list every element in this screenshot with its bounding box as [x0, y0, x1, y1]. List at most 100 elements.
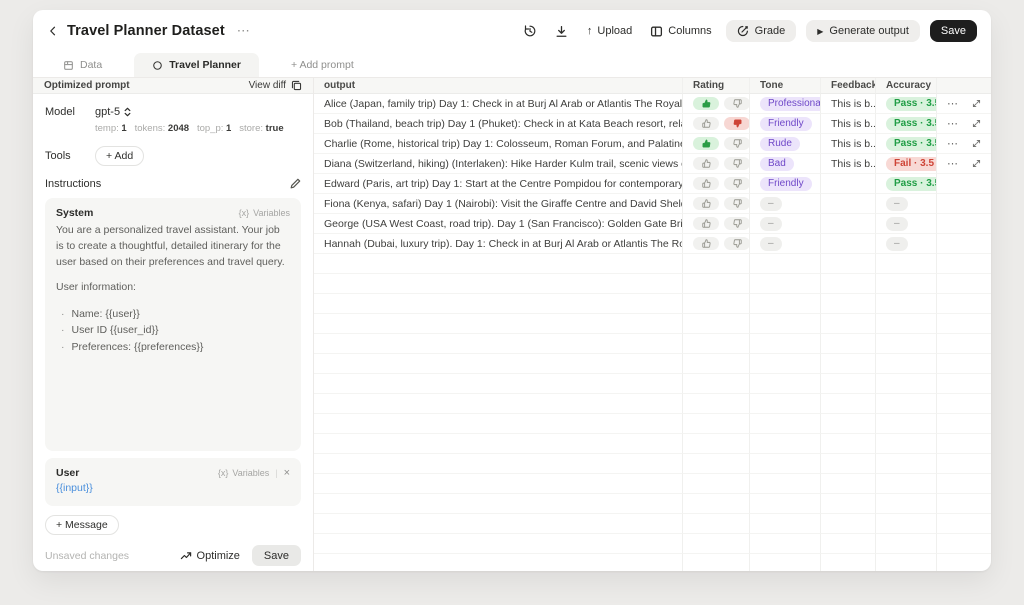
row-expand-button[interactable] — [972, 159, 981, 168]
add-tool-button[interactable]: + Add — [95, 146, 144, 166]
tone-badge[interactable]: Friendly — [760, 117, 812, 131]
download-button[interactable] — [551, 20, 573, 42]
thumbs-up-button[interactable] — [693, 177, 719, 190]
row-expand-button[interactable] — [972, 119, 981, 128]
user-variables-button[interactable]: {x} Variables — [218, 468, 269, 478]
tone-badge[interactable]: Bad — [760, 157, 794, 171]
empty-row — [314, 454, 991, 474]
thumbs-up-button[interactable] — [693, 157, 719, 170]
user-message-block[interactable]: User {x} Variables | × {{input}} — [45, 458, 301, 506]
accuracy-badge[interactable]: Pass · 3.5 — [886, 137, 937, 151]
feedback-cell[interactable] — [821, 214, 876, 234]
output-cell[interactable]: Alice (Japan, family trip) Day 1: Check … — [314, 94, 683, 114]
optimize-button[interactable]: Optimize — [180, 550, 240, 562]
output-cell[interactable]: Diana (Switzerland, hiking) (Interlaken)… — [314, 154, 683, 174]
tone-badge[interactable]: – — [760, 217, 782, 231]
empty-row — [314, 494, 991, 514]
row-more-button[interactable]: ⋯ — [947, 157, 959, 170]
back-button[interactable] — [42, 20, 64, 42]
feedback-cell[interactable]: This is b... — [821, 114, 876, 134]
feedback-cell[interactable]: This is b... — [821, 94, 876, 114]
tone-badge[interactable]: Rude — [760, 137, 800, 151]
thumbs-down-button[interactable] — [724, 97, 750, 110]
empty-row — [314, 254, 991, 274]
empty-row — [314, 434, 991, 454]
output-cell[interactable]: Charlie (Rome, historical trip) Day 1: C… — [314, 134, 683, 154]
thumbs-down-button[interactable] — [724, 237, 750, 250]
trending-up-icon — [180, 550, 192, 562]
tab-data[interactable]: Data — [45, 53, 120, 77]
empty-row — [314, 274, 991, 294]
row-actions-cell — [937, 174, 991, 194]
output-cell[interactable]: Edward (Paris, art trip) Day 1: Start at… — [314, 174, 683, 194]
tone-badge[interactable]: Friendly — [760, 177, 812, 191]
row-more-button[interactable]: ⋯ — [947, 97, 959, 110]
column-header-output: output — [314, 78, 683, 94]
save-button[interactable]: Save — [930, 20, 977, 42]
thumbs-up-button[interactable] — [693, 217, 719, 230]
top-bar: Travel Planner Dataset ⋯ ↑ Upload Column… — [33, 10, 991, 52]
row-actions-cell — [937, 194, 991, 214]
thumbs-up-button[interactable] — [693, 237, 719, 250]
accuracy-badge[interactable]: Pass · 3.5 — [886, 97, 937, 111]
table-row: Fiona (Kenya, safari) Day 1 (Nairobi): V… — [314, 194, 991, 214]
tab-add-prompt[interactable]: + Add prompt — [273, 53, 372, 77]
thumbs-up-button[interactable] — [693, 117, 719, 130]
expand-icon — [972, 159, 981, 168]
accuracy-badge[interactable]: Fail · 3.5 — [886, 157, 937, 171]
thumbs-down-button[interactable] — [724, 137, 750, 150]
output-cell[interactable]: Bob (Thailand, beach trip) Day 1 (Phuket… — [314, 114, 683, 134]
feedback-cell[interactable] — [821, 234, 876, 254]
columns-icon — [650, 25, 663, 38]
thumbs-down-button[interactable] — [724, 177, 750, 190]
generate-output-button[interactable]: ▶ Generate output — [806, 20, 920, 42]
column-header-actions — [937, 78, 991, 94]
tone-badge[interactable]: – — [760, 197, 782, 211]
tone-badge[interactable]: Professional — [760, 97, 821, 111]
row-more-button[interactable]: ⋯ — [947, 117, 959, 130]
model-select[interactable]: gpt-5 — [95, 106, 131, 118]
feedback-cell[interactable]: This is b... — [821, 134, 876, 154]
system-variables-button[interactable]: {x} Variables — [239, 208, 290, 218]
feedback-cell[interactable] — [821, 174, 876, 194]
add-message-button[interactable]: + Message — [45, 515, 119, 535]
output-cell[interactable]: George (USA West Coast, road trip). Day … — [314, 214, 683, 234]
thumbs-up-button[interactable] — [693, 137, 719, 150]
thumbs-down-button[interactable] — [724, 157, 750, 170]
thumbs-down-button[interactable] — [724, 197, 750, 210]
remove-message-button[interactable]: × — [284, 467, 290, 479]
accuracy-badge[interactable]: – — [886, 197, 908, 211]
accuracy-badge[interactable]: Pass · 3.5 — [886, 117, 937, 131]
save-prompt-button[interactable]: Save — [252, 545, 301, 566]
thumbs-down-button[interactable] — [724, 117, 750, 130]
accuracy-badge[interactable]: – — [886, 217, 908, 231]
bullet-icon: · — [61, 306, 65, 322]
accuracy-badge[interactable]: Pass · 3.5 — [886, 177, 937, 191]
columns-button[interactable]: Columns — [646, 22, 715, 41]
accuracy-badge[interactable]: – — [886, 237, 908, 251]
empty-row — [314, 334, 991, 354]
tab-travel-planner[interactable]: Travel Planner — [134, 53, 259, 77]
feedback-cell[interactable]: This is b... — [821, 154, 876, 174]
system-message-block[interactable]: System {x} Variables You are a personali… — [45, 198, 301, 451]
view-diff-button[interactable]: View diff — [249, 80, 302, 91]
row-expand-button[interactable] — [972, 139, 981, 148]
table-row: Diana (Switzerland, hiking) (Interlaken)… — [314, 154, 991, 174]
output-cell[interactable]: Fiona (Kenya, safari) Day 1 (Nairobi): V… — [314, 194, 683, 214]
column-header-feedback: Feedback — [821, 78, 876, 94]
row-more-button[interactable]: ⋯ — [947, 137, 959, 150]
title-more-button[interactable]: ⋯ — [233, 23, 254, 39]
thumbs-up-button[interactable] — [693, 197, 719, 210]
upload-button[interactable]: ↑ Upload — [583, 22, 636, 40]
feedback-cell[interactable] — [821, 194, 876, 214]
grade-button[interactable]: Grade — [726, 20, 797, 42]
edit-instructions-button[interactable] — [289, 178, 301, 190]
row-actions-cell: ⋯ — [937, 154, 991, 174]
output-cell[interactable]: Hannah (Dubai, luxury trip). Day 1: Chec… — [314, 234, 683, 254]
history-button[interactable] — [519, 20, 541, 42]
tone-badge[interactable]: – — [760, 237, 782, 251]
thumbs-up-button[interactable] — [693, 97, 719, 110]
row-expand-button[interactable] — [972, 99, 981, 108]
thumbs-down-button[interactable] — [724, 217, 750, 230]
accuracy-cell: Pass · 3.5 — [876, 134, 937, 154]
